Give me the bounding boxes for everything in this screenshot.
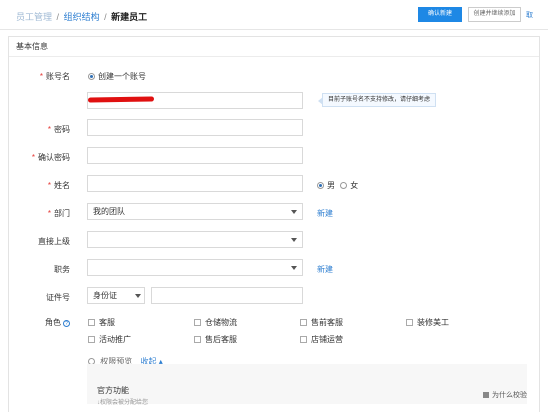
chevron-down-icon (291, 210, 297, 214)
role-checkbox[interactable]: 售后客服 (194, 334, 237, 345)
footer-check[interactable]: 为什么校验 (483, 390, 527, 400)
breadcrumb-current: 新建员工 (111, 12, 148, 22)
id-number-field[interactable] (151, 287, 303, 304)
checkbox-icon (300, 336, 307, 343)
chevron-down-icon (135, 294, 141, 298)
gender-female-radio[interactable]: 女 (340, 181, 358, 190)
radio-icon (317, 182, 324, 189)
cancel-link[interactable]: 取 (526, 10, 533, 20)
role-checkbox[interactable]: 客服 (88, 317, 115, 328)
radio-icon (340, 182, 348, 189)
confirm-password-label: * 确认密码 (31, 153, 70, 162)
name-field[interactable] (87, 175, 303, 192)
roles-label: 角色? (0, 317, 70, 328)
breadcrumb: 员工管理 / 组织结构 / 新建员工 (16, 10, 147, 23)
help-icon[interactable]: ? (63, 320, 70, 327)
checkbox-icon (406, 319, 413, 326)
checkbox-icon (483, 392, 489, 398)
checkbox-icon (300, 319, 307, 326)
account-label: * 账号名 (39, 72, 70, 81)
password-label: * 密码 (47, 125, 70, 134)
breadcrumb-separator: / (56, 12, 60, 22)
breadcrumb-link-org-structure[interactable]: 组织结构 (64, 12, 100, 22)
supervisor-label: 直接上级 (38, 237, 70, 246)
checkbox-icon (194, 336, 201, 343)
role-checkbox[interactable]: 店铺运营 (300, 334, 343, 345)
checkbox-icon (88, 336, 95, 343)
breadcrumb-separator: / (104, 12, 107, 22)
role-checkbox[interactable]: 活动推广 (88, 334, 131, 345)
chevron-down-icon (291, 266, 297, 270)
create-account-radio[interactable]: 创建一个账号 (88, 71, 146, 82)
section-title: 基本信息 (9, 37, 539, 57)
position-select[interactable] (87, 259, 303, 276)
confirm-create-button[interactable]: 确认新建 (418, 7, 462, 22)
name-label: * 姓名 (47, 181, 70, 190)
department-select[interactable]: 我的团队 (87, 203, 303, 220)
role-checkbox[interactable]: 仓储物流 (194, 317, 237, 328)
breadcrumb-link-employee-management[interactable]: 员工管理 (16, 12, 52, 22)
preview-title: 官方功能 (97, 386, 129, 395)
permission-preview-area: 官方功能 ↓权限会被分配给您 (87, 364, 527, 406)
role-checkbox[interactable]: 售前客服 (300, 317, 343, 328)
confirm-password-field[interactable] (87, 147, 303, 164)
supervisor-select[interactable] (87, 231, 303, 248)
preview-subtitle: ↓权限会被分配给您 (97, 400, 149, 406)
account-name-tip: 目前子账号名不支持修改，请仔细考虑 (317, 93, 437, 107)
chevron-down-icon (291, 238, 297, 242)
radio-icon (88, 73, 95, 80)
department-label: * 部门 (47, 209, 70, 218)
id-type-select[interactable]: 身份证 (87, 287, 145, 304)
position-label: 职务 (54, 265, 70, 274)
gender-group: 男 女 (317, 180, 358, 191)
create-and-continue-button[interactable]: 创建并继续添加 (468, 7, 521, 22)
gender-male-radio[interactable]: 男 (317, 181, 335, 190)
new-position-link[interactable]: 新建 (317, 264, 333, 275)
id-label: 证件号 (46, 293, 70, 302)
new-department-link[interactable]: 新建 (317, 208, 333, 219)
role-checkbox[interactable]: 装修美工 (406, 317, 449, 328)
top-bar: 员工管理 / 组织结构 / 新建员工 确认新建 创建并继续添加 取 (0, 0, 548, 30)
password-field[interactable] (87, 119, 303, 136)
checkbox-icon (88, 319, 95, 326)
checkbox-icon (194, 319, 201, 326)
